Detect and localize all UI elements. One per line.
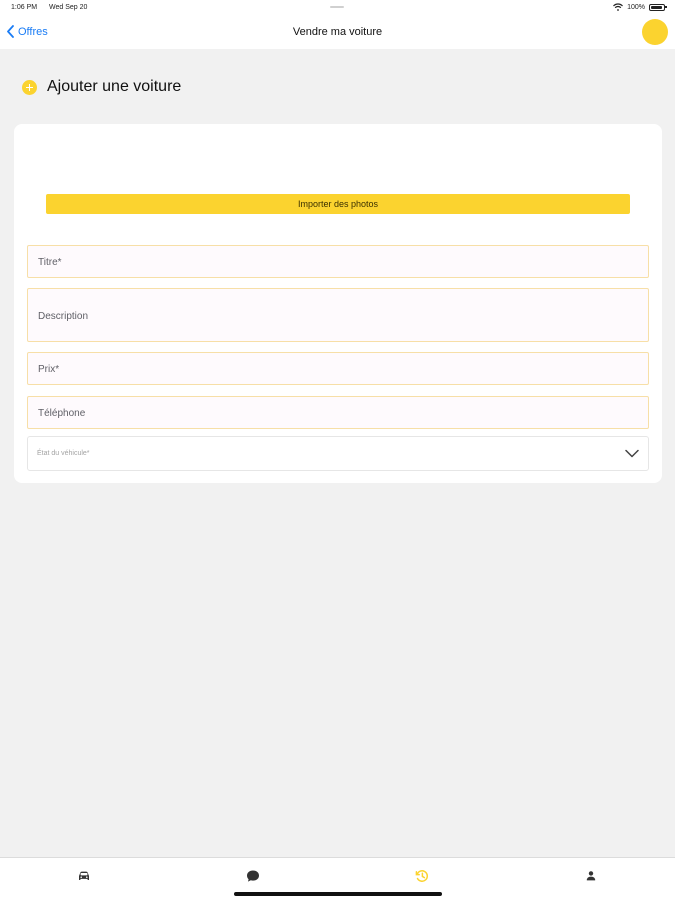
description-placeholder: Description [38,311,89,322]
title-placeholder: Titre* [38,257,62,268]
plus-circle-icon [22,79,37,95]
status-indicators: 100% [613,3,667,11]
phone-input[interactable]: Téléphone [27,396,649,429]
section-header: Ajouter une voiture [22,78,181,96]
chevron-down-icon [625,449,639,458]
person-icon [586,871,596,881]
battery-percent: 100% [627,3,645,11]
chat-bubble-icon [247,870,259,882]
status-date: Wed Sep 20 [49,4,88,11]
tab-history[interactable] [414,868,430,884]
avatar[interactable] [642,19,668,45]
status-time: 1:06 PM [11,4,38,11]
price-input[interactable]: Prix* [27,352,649,385]
vehicle-condition-select[interactable]: État du véhicule* [27,436,649,471]
price-placeholder: Prix* [38,364,60,375]
phone-placeholder: Téléphone [38,408,86,419]
multitasking-indicator[interactable] [330,6,344,8]
import-photos-button[interactable]: Importer des photos [46,194,630,214]
tab-messages[interactable] [245,868,261,884]
section-title: Ajouter une voiture [47,78,182,95]
history-icon [415,870,428,882]
home-indicator[interactable] [234,892,442,896]
battery-icon [649,3,667,11]
navigation-bar: Offres Vendre ma voiture [0,16,675,49]
tab-cars[interactable] [76,868,92,884]
wifi-icon [613,3,624,11]
status-bar: 1:06 PM Wed Sep 20 100% [0,0,675,16]
description-input[interactable]: Description [27,288,649,342]
car-icon [79,871,89,880]
tab-profile[interactable] [583,868,599,884]
page-title: Vendre ma voiture [292,26,383,38]
title-input[interactable]: Titre* [27,245,649,278]
vehicle-condition-placeholder: État du véhicule* [37,450,90,457]
add-car-form: Importer des photos Titre* Description P… [14,124,662,483]
